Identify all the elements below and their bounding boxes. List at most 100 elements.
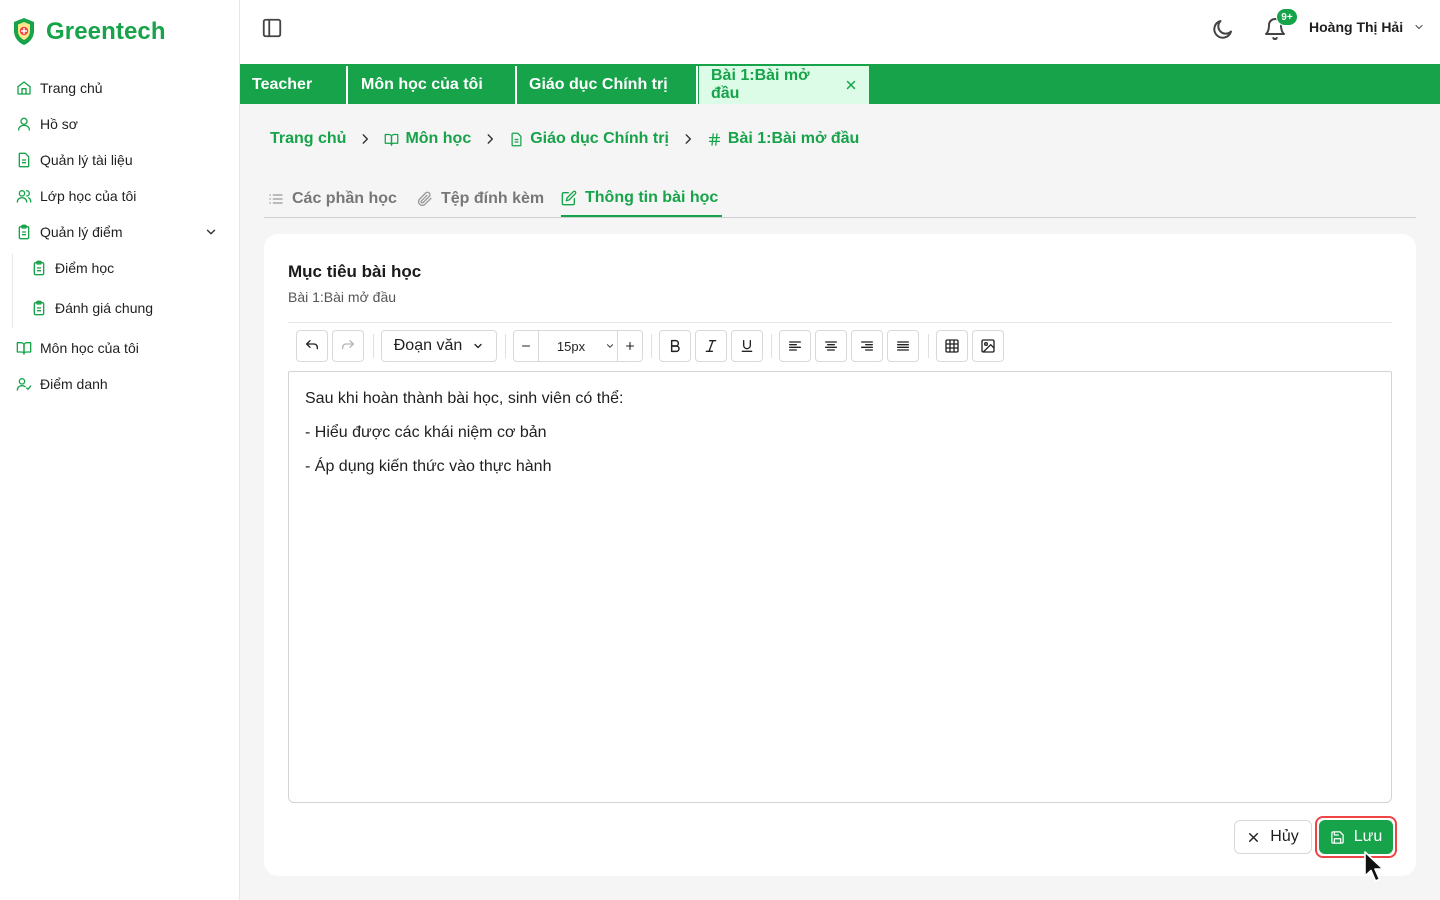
close-icon[interactable] — [845, 79, 857, 91]
hash-icon — [707, 132, 722, 147]
undo-icon — [304, 338, 320, 354]
tab-label: Tệp đính kèm — [441, 189, 545, 207]
cancel-button[interactable]: Hủy — [1234, 820, 1312, 854]
tab-attachments[interactable]: Tệp đính kèm — [417, 180, 544, 217]
page-tab-teacher[interactable]: Teacher — [240, 66, 348, 104]
chevron-down-icon[interactable] — [204, 225, 218, 239]
sidebar-item-label: Trang chủ — [40, 80, 103, 96]
sidebar-item-profile[interactable]: Hồ sơ — [16, 110, 78, 138]
align-left-icon — [787, 338, 803, 354]
close-icon — [1247, 831, 1260, 844]
page-tab-my-subjects[interactable]: Môn học của tôi — [349, 66, 517, 104]
card-title: Mục tiêu bài học — [288, 262, 422, 281]
book-icon — [16, 340, 32, 356]
notification-badge: 9+ — [1276, 8, 1298, 26]
sidebar-item-home[interactable]: Trang chủ — [16, 74, 103, 102]
clipboard-icon — [31, 260, 47, 276]
brand[interactable]: Greentech — [12, 17, 166, 47]
insert-table-button[interactable] — [936, 330, 968, 362]
mouse-pointer-icon — [1363, 850, 1387, 884]
page-tab-lesson-1[interactable]: Bài 1:Bài mở đầu — [699, 66, 869, 104]
italic-icon — [703, 338, 719, 354]
content-tabs: Các phần học Tệp đính kèm Thông tin bài … — [264, 180, 1416, 218]
editor-toolbar: Đoạn văn — [288, 330, 1392, 364]
page-tab-label: Giáo dục Chính trị — [529, 76, 668, 93]
table-icon — [944, 338, 960, 354]
tab-label: Thông tin bài học — [585, 188, 719, 206]
rich-text-editor[interactable]: Sau khi hoàn thành bài học, sinh viên có… — [288, 371, 1392, 803]
clipboard-icon — [31, 300, 47, 316]
breadcrumb-lesson[interactable]: Bài 1:Bài mở đầu — [707, 130, 859, 148]
save-button[interactable]: Lưu — [1319, 820, 1393, 854]
breadcrumb-label: Trang chủ — [270, 130, 347, 147]
sidebar-item-attendance[interactable]: Điểm danh — [16, 370, 108, 398]
block-format-select[interactable]: Đoạn văn — [381, 330, 497, 362]
breadcrumb-label: Giáo dục Chính trị — [530, 130, 669, 147]
font-size-input[interactable] — [539, 330, 603, 362]
document-icon — [16, 152, 32, 168]
page-tab-strip: Teacher Môn học của tôi Giáo dục Chính t… — [240, 64, 1440, 104]
sidebar-item-general-assessment[interactable]: Đánh giá chung — [31, 294, 153, 322]
sidebar-item-my-classes[interactable]: Lớp học của tôi — [16, 182, 136, 210]
brand-name: Greentech — [46, 18, 166, 45]
align-right-button[interactable] — [851, 330, 883, 362]
clipboard-icon — [16, 224, 32, 240]
tab-lesson-info[interactable]: Thông tin bài học — [561, 180, 723, 217]
redo-button[interactable] — [332, 330, 364, 362]
breadcrumb-home[interactable]: Trang chủ — [270, 130, 346, 148]
moon-icon[interactable] — [1211, 17, 1235, 41]
chevron-right-icon — [483, 132, 497, 146]
card-subtitle: Bài 1:Bài mở đầu — [288, 289, 397, 305]
page-tab-label: Teacher — [252, 76, 313, 93]
sidebar-item-grade-management[interactable]: Quản lý điểm — [16, 218, 122, 246]
editor-line: - Áp dụng kiến thức vào thực hành — [305, 458, 552, 475]
toolbar-separator — [505, 334, 506, 358]
save-label: Lưu — [1353, 828, 1383, 845]
tab-lesson-sections[interactable]: Các phần học — [268, 180, 397, 217]
font-size-increase-button[interactable] — [617, 330, 643, 362]
cancel-label: Hủy — [1270, 828, 1299, 845]
sidebar-toggle-icon[interactable] — [261, 17, 283, 39]
chevron-down-icon — [472, 340, 484, 352]
divider — [288, 322, 1392, 323]
bold-button[interactable] — [659, 330, 691, 362]
sidebar-item-label: Điểm danh — [40, 376, 108, 392]
user-menu[interactable]: Hoàng Thị Hải — [1309, 19, 1425, 35]
sidebar-item-label: Điểm học — [55, 260, 115, 276]
breadcrumb-subject[interactable]: Giáo dục Chính trị — [509, 130, 669, 148]
breadcrumb-subjects[interactable]: Môn học — [384, 130, 471, 148]
sidebar-item-grades[interactable]: Điểm học — [31, 254, 114, 282]
toolbar-separator — [928, 334, 929, 358]
undo-button[interactable] — [296, 330, 328, 362]
align-center-icon — [823, 338, 839, 354]
sidebar: Greentech Trang chủ Hồ sơ Quản lý tài li… — [0, 0, 240, 900]
sidebar-item-label: Hồ sơ — [40, 116, 78, 132]
sidebar-item-my-subjects[interactable]: Môn học của tôi — [16, 334, 139, 362]
underline-button[interactable] — [731, 330, 763, 362]
font-size-decrease-button[interactable] — [513, 330, 539, 362]
insert-image-button[interactable] — [972, 330, 1004, 362]
user-check-icon — [16, 376, 32, 392]
users-icon — [16, 188, 32, 204]
paperclip-icon — [417, 191, 433, 207]
user-name: Hoàng Thị Hải — [1309, 19, 1404, 35]
user-icon — [16, 116, 32, 132]
sidebar-item-label: Quản lý điểm — [40, 224, 123, 240]
page-tab-label: Môn học của tôi — [361, 76, 483, 93]
edit-icon — [561, 190, 577, 206]
align-left-button[interactable] — [779, 330, 811, 362]
italic-button[interactable] — [695, 330, 727, 362]
minus-icon — [520, 340, 532, 352]
page-tab-political-education[interactable]: Giáo dục Chính trị — [517, 66, 698, 104]
page-tab-label: Bài 1:Bài mở đầu — [711, 67, 810, 102]
breadcrumb-label: Môn học — [405, 130, 472, 147]
align-center-button[interactable] — [815, 330, 847, 362]
sidebar-item-documents[interactable]: Quản lý tài liệu — [16, 146, 133, 174]
align-justify-icon — [895, 338, 911, 354]
underline-icon — [739, 338, 755, 354]
breadcrumb-label: Bài 1:Bài mở đầu — [727, 130, 860, 147]
redo-icon — [340, 338, 356, 354]
align-justify-button[interactable] — [887, 330, 919, 362]
sidebar-item-label: Đánh giá chung — [55, 300, 154, 316]
font-size-dropdown-button[interactable] — [603, 330, 617, 362]
